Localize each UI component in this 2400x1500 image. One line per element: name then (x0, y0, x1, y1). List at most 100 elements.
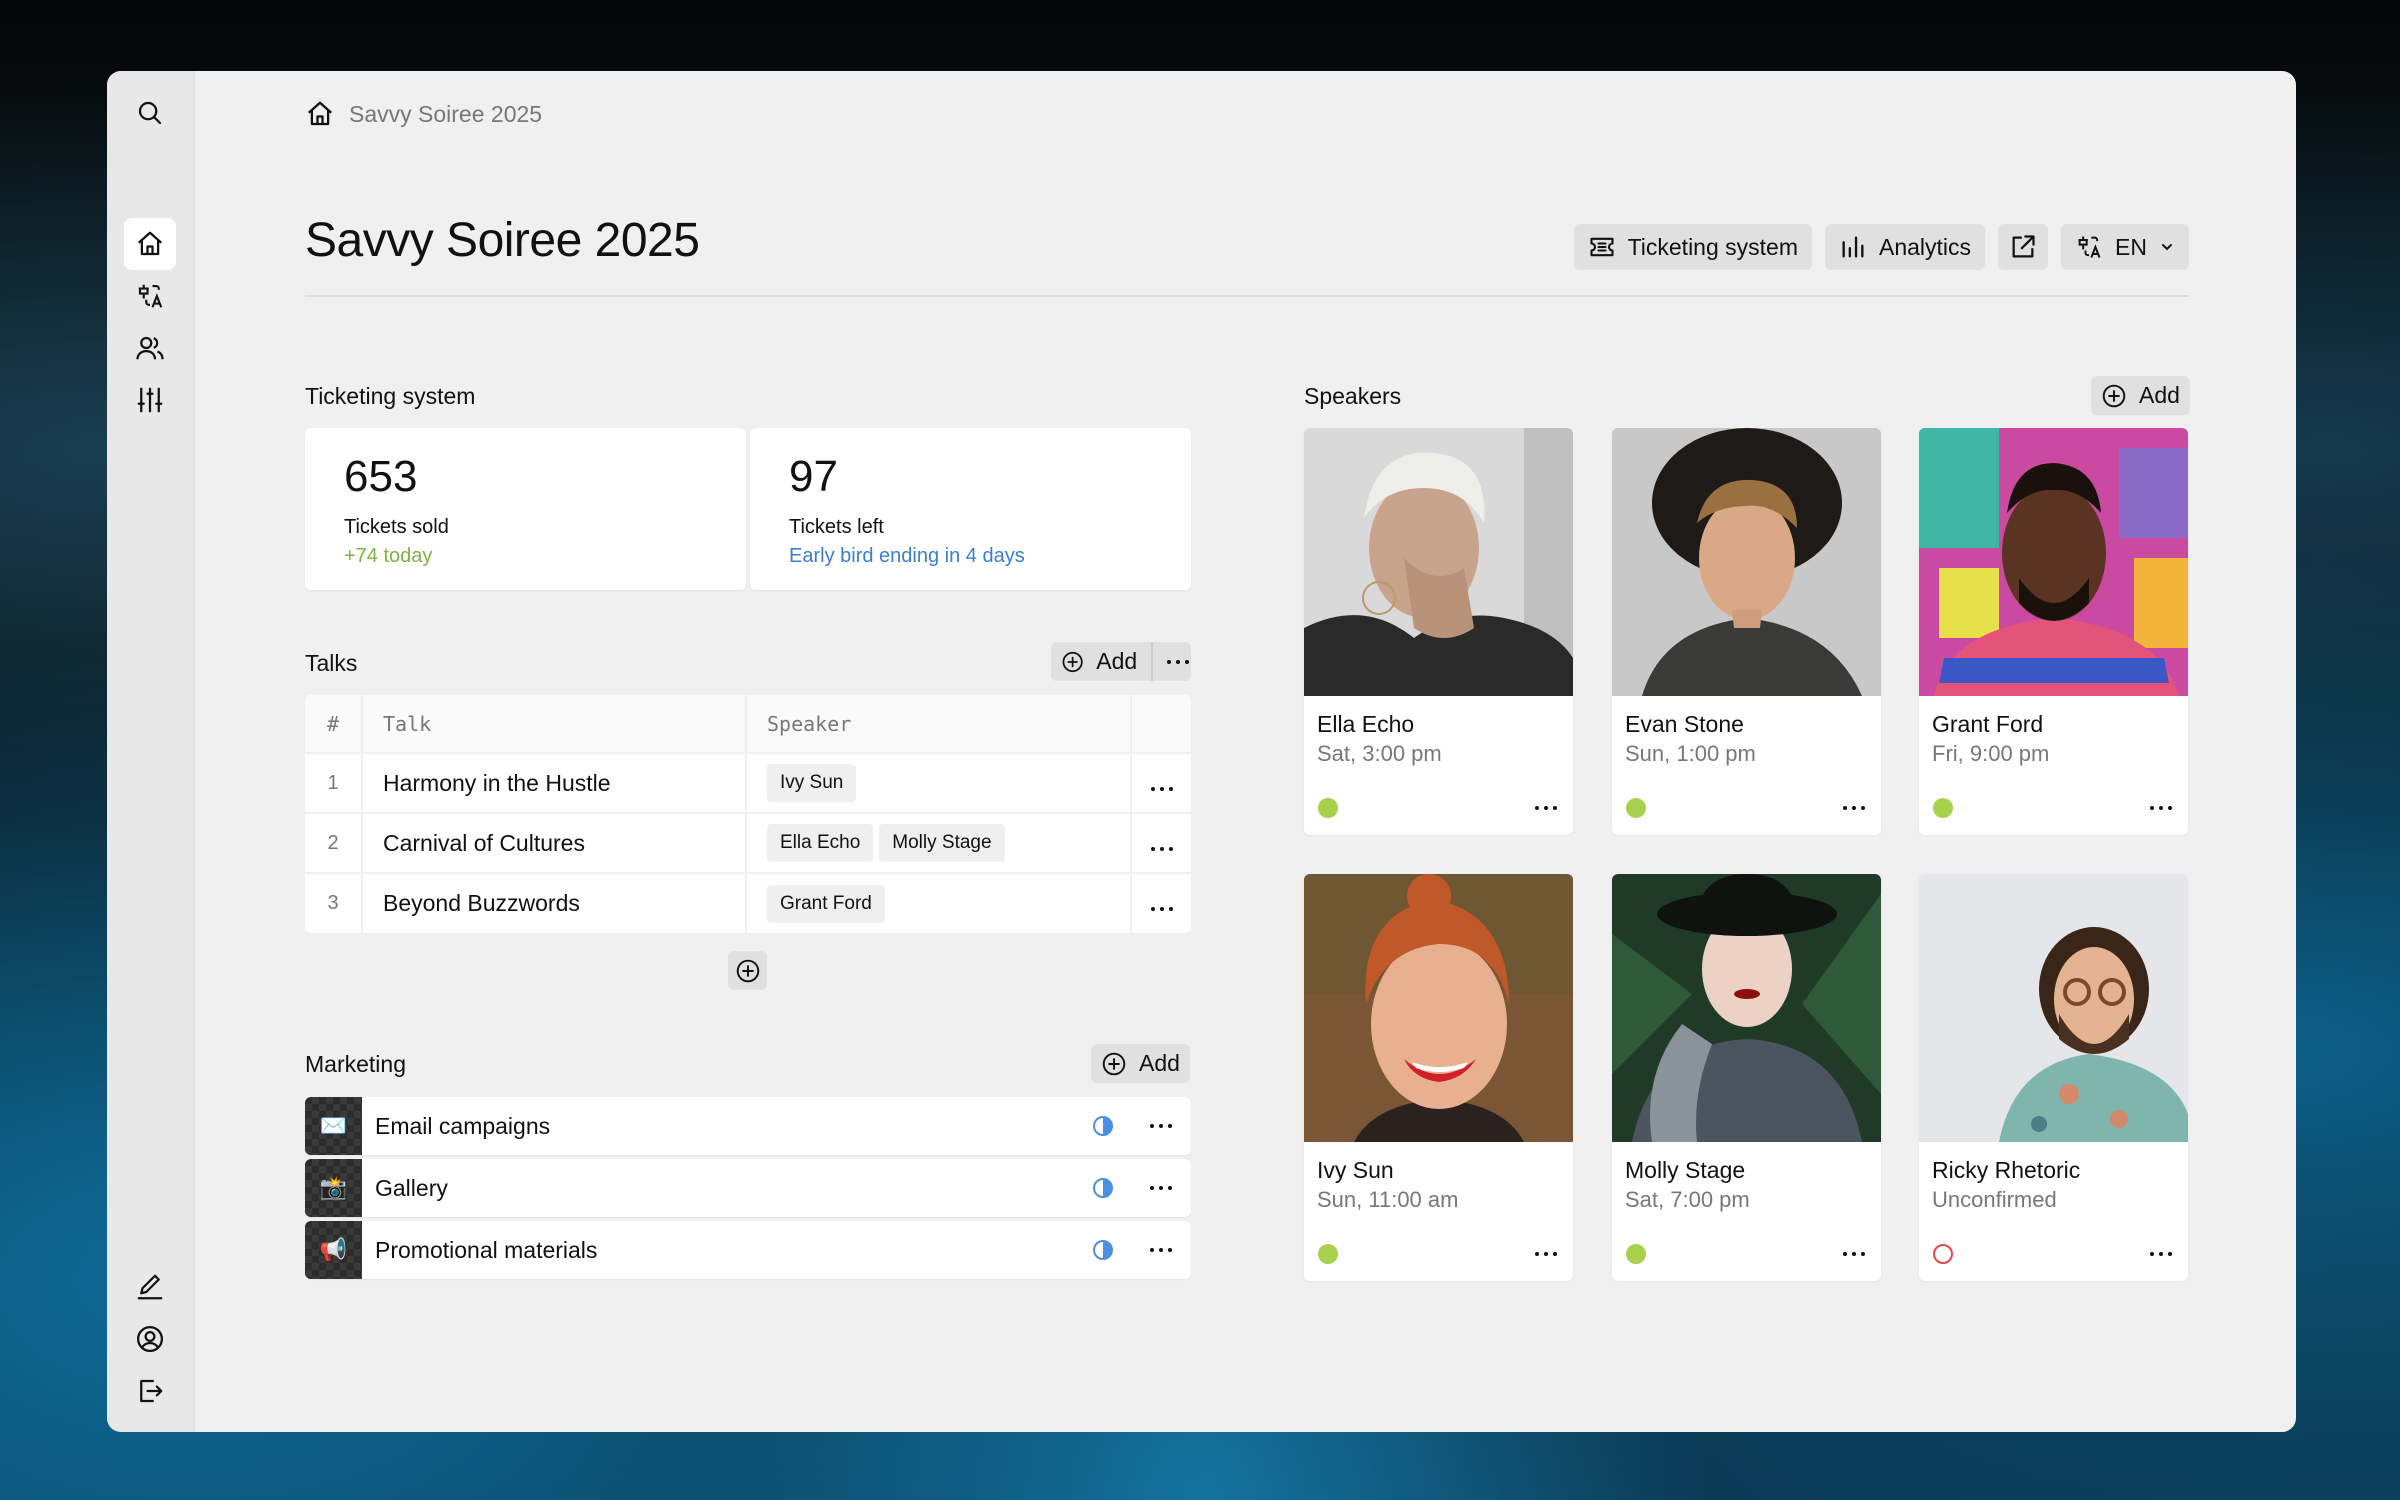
speaker-time: Unconfirmed (1932, 1187, 2057, 1212)
sidebar-item-people[interactable] (124, 322, 176, 374)
more-icon[interactable] (1150, 786, 1173, 791)
talks-section-title: Talks (305, 650, 358, 676)
status-confirmed-icon (1318, 1244, 1338, 1264)
speaker-chip[interactable]: Grant Ford (767, 884, 885, 923)
column-header-speaker[interactable]: Speaker (746, 695, 1132, 754)
half-circle-icon (1093, 1178, 1113, 1198)
sidebar-item-home[interactable] (124, 218, 176, 270)
speaker-card[interactable]: Evan Stone Sun, 1:00 pm (1612, 428, 1881, 835)
more-icon[interactable] (1535, 1252, 1557, 1256)
speaker-card[interactable]: Ivy Sun Sun, 11:00 am (1304, 874, 1573, 1281)
speaker-time: Sat, 7:00 pm (1625, 1187, 1750, 1212)
table-row[interactable]: 2 Carnival of Cultures Ella Echo Molly St… (305, 813, 1191, 874)
speaker-name: Ivy Sun (1317, 1157, 1394, 1183)
more-icon[interactable] (1150, 1186, 1172, 1190)
sidebar-item-settings[interactable] (124, 374, 176, 426)
ticketing-system-label: Ticketing system (1627, 233, 1798, 260)
sidebar (107, 71, 195, 1432)
speaker-cell: Ivy Sun (746, 753, 1132, 814)
open-external-button[interactable] (1998, 224, 2049, 270)
status-confirmed-icon (1626, 798, 1646, 818)
language-select[interactable]: EN (2061, 224, 2189, 270)
marketing-section-title: Marketing (305, 1051, 406, 1077)
talk-title[interactable]: Carnival of Cultures (362, 813, 747, 874)
more-icon[interactable] (2150, 806, 2172, 810)
add-speaker-button[interactable]: Add (2091, 376, 2190, 415)
breadcrumb-item[interactable]: Savvy Soiree 2025 (349, 101, 542, 128)
users-icon (136, 336, 164, 360)
speaker-card[interactable]: Molly Stage Sat, 7:00 pm (1612, 874, 1881, 1281)
column-header-talk[interactable]: Talk (362, 695, 747, 754)
translate-icon (138, 284, 163, 308)
more-icon[interactable] (1150, 846, 1173, 851)
add-marketing-button[interactable]: Add (1091, 1044, 1190, 1083)
more-icon[interactable] (1150, 1248, 1172, 1252)
translate-icon (2078, 236, 2101, 258)
breadcrumb: Savvy Soiree 2025 (305, 99, 542, 129)
home-icon (138, 231, 162, 256)
sidebar-item-translations[interactable] (124, 270, 176, 322)
chevron-down-icon (2162, 244, 2172, 251)
speaker-chip[interactable]: Molly Stage (879, 824, 1005, 862)
search-button[interactable] (124, 87, 176, 139)
speaker-name: Ella Echo (1317, 711, 1415, 737)
half-circle-icon (1093, 1240, 1113, 1260)
plus-circle-icon (1062, 651, 1083, 672)
talks-more-button[interactable] (1165, 642, 1191, 681)
status-unconfirmed-icon (1933, 1244, 1953, 1264)
sliders-icon (137, 387, 163, 413)
add-talk-button[interactable]: Add (1051, 642, 1191, 681)
marketing-item-label: Email campaigns (375, 1112, 551, 1139)
app-window: Savvy Soiree 2025 Savvy Soiree 2025 Tick… (107, 71, 2296, 1432)
talk-title[interactable]: Beyond Buzzwords (362, 873, 747, 933)
analytics-button[interactable]: Analytics (1825, 224, 1986, 270)
talk-title[interactable]: Harmony in the Hustle (362, 753, 747, 814)
logout-button[interactable] (124, 1365, 176, 1417)
account-icon (137, 1326, 163, 1352)
more-icon[interactable] (1843, 1252, 1865, 1256)
row-actions (1131, 753, 1191, 814)
tickets-left-label: Tickets left (789, 516, 884, 538)
marketing-item[interactable]: ✉️ Email campaigns (305, 1097, 1191, 1155)
account-button[interactable] (124, 1313, 176, 1365)
plus-circle-icon (736, 959, 759, 982)
more-icon[interactable] (1843, 806, 1865, 810)
speaker-time: Fri, 9:00 pm (1932, 741, 2050, 766)
ticketing-system-button[interactable]: Ticketing system (1573, 224, 1812, 270)
marketing-item[interactable]: 📢 Promotional materials (305, 1221, 1191, 1279)
table-row[interactable]: 3 Beyond Buzzwords Grant Ford (305, 873, 1191, 933)
speaker-time: Sat, 3:00 pm (1317, 741, 1442, 766)
edit-button[interactable] (124, 1261, 176, 1313)
table-row[interactable]: 1 Harmony in the Hustle Ivy Sun (305, 753, 1191, 814)
half-circle-icon (1093, 1116, 1113, 1136)
header-actions: Ticketing system Analytics EN (1573, 224, 2189, 270)
home-icon[interactable] (305, 99, 335, 129)
more-icon[interactable] (2150, 1252, 2172, 1256)
tickets-left-value: 97 (789, 452, 838, 501)
early-bird-note[interactable]: Early bird ending in 4 days (789, 545, 1025, 568)
speaker-chip[interactable]: Ella Echo (767, 824, 874, 862)
column-header-number[interactable]: # (305, 695, 363, 754)
marketing-item-label: Gallery (375, 1174, 448, 1201)
speaker-card[interactable]: Grant Ford Fri, 9:00 pm (1919, 428, 2188, 835)
tickets-sold-card: 653 Tickets sold +74 today (305, 428, 746, 590)
add-marketing-label: Add (1139, 1050, 1180, 1076)
row-number: 1 (305, 753, 363, 814)
speaker-chip[interactable]: Ivy Sun (767, 764, 857, 802)
logout-icon (140, 1379, 163, 1403)
ticket-icon (1590, 237, 1614, 257)
more-icon[interactable] (1535, 806, 1557, 810)
button-separator (1151, 642, 1153, 681)
speaker-card[interactable]: Ella Echo Sat, 3:00 pm (1304, 428, 1573, 835)
status-confirmed-icon (1933, 798, 1953, 818)
camera-icon: 📸 (305, 1159, 362, 1217)
marketing-item[interactable]: 📸 Gallery (305, 1159, 1191, 1217)
add-row-button[interactable] (728, 951, 767, 990)
more-icon[interactable] (1150, 1124, 1172, 1128)
tickets-sold-today: +74 today (344, 545, 433, 567)
more-icon[interactable] (1150, 907, 1173, 911)
speaker-photo (1304, 428, 1573, 696)
speaker-time: Sun, 11:00 am (1317, 1187, 1459, 1212)
external-link-icon (2012, 235, 2035, 258)
speaker-card[interactable]: Ricky Rhetoric Unconfirmed (1919, 874, 2188, 1281)
